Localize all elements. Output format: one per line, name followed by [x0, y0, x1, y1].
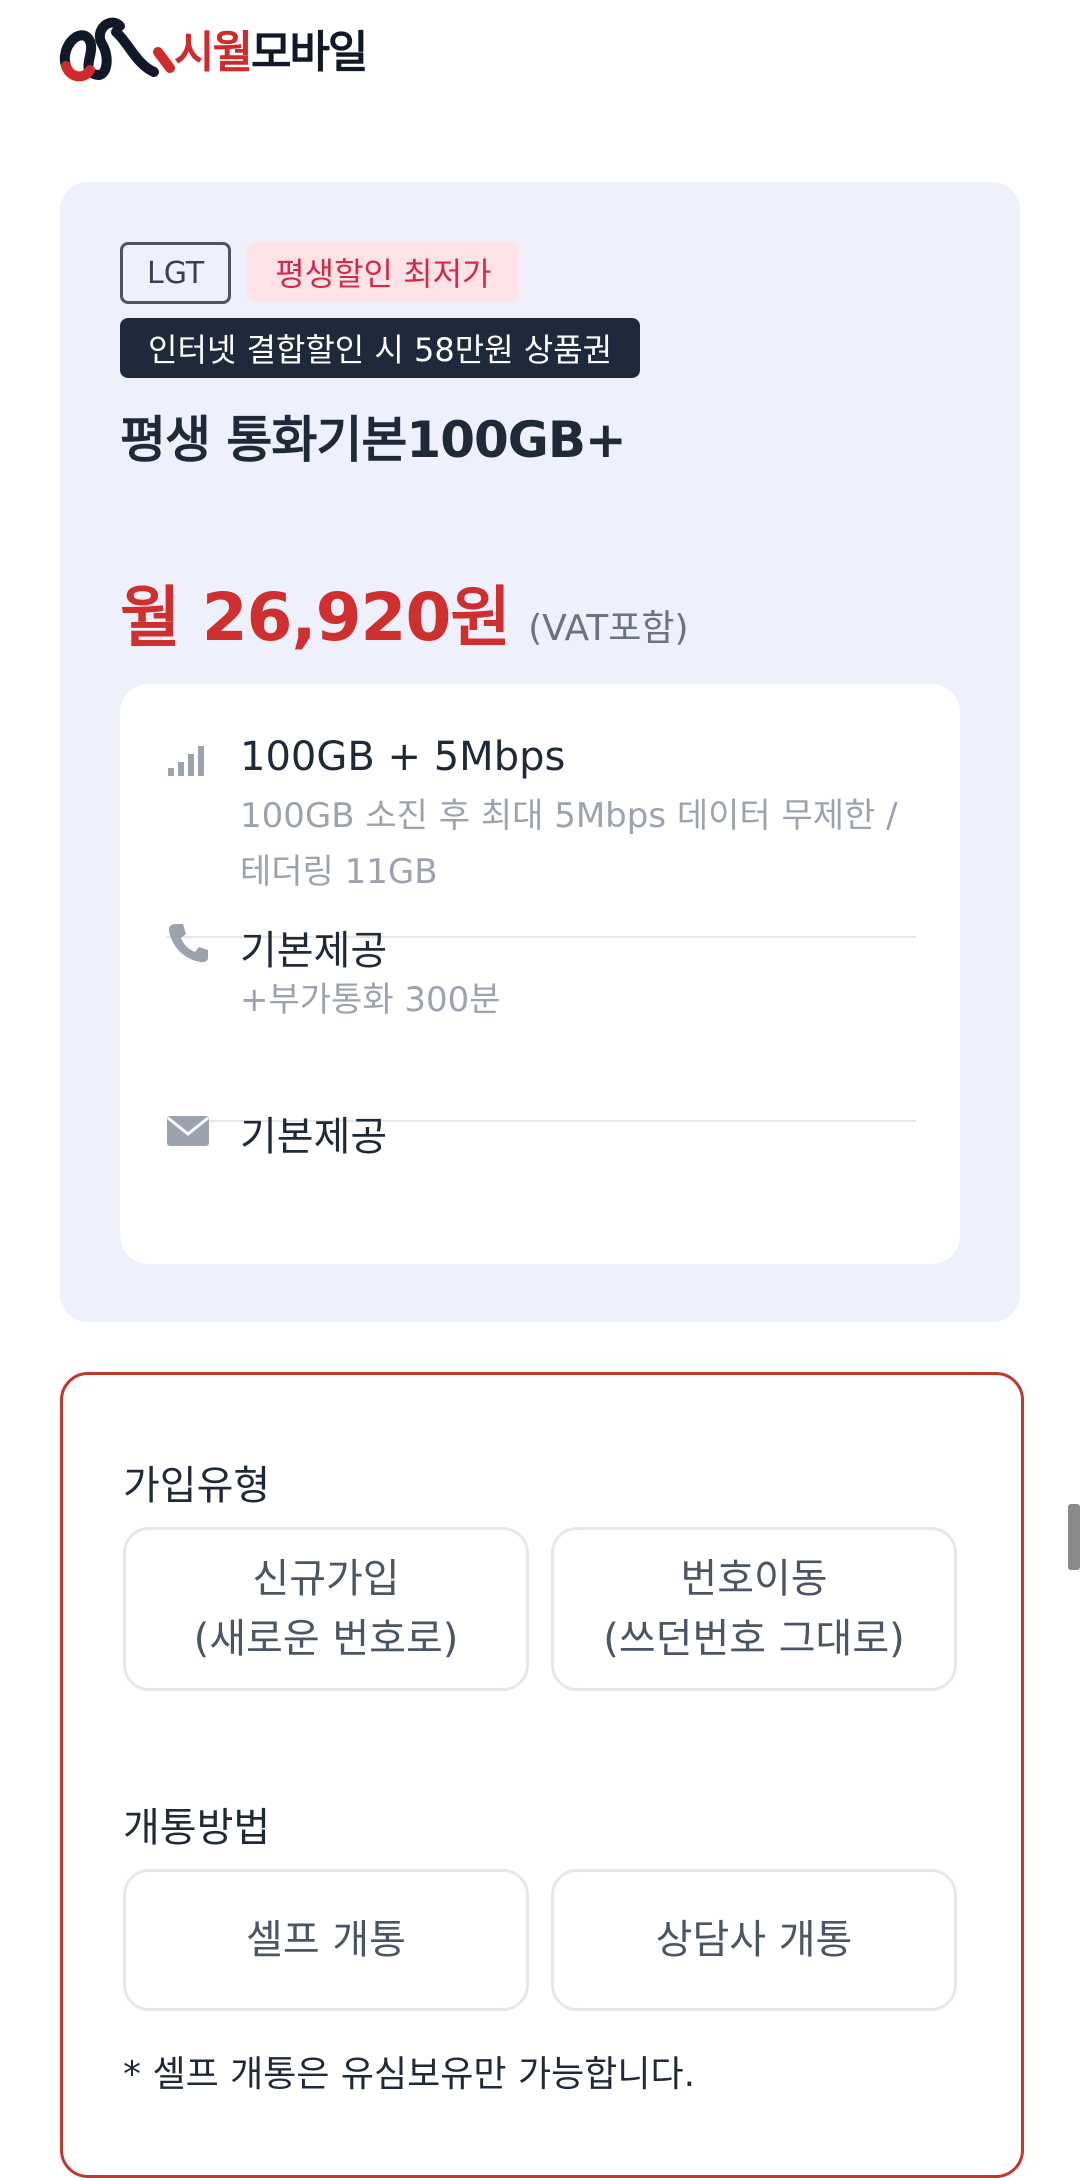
signal-icon: [168, 746, 204, 776]
feature-sms-title: 기본제공: [240, 1114, 388, 1160]
self-activation-note: * 셀프 개통은 유심보유만 가능합니다.: [123, 2054, 696, 2095]
join-option-port-line1: 번호이동: [680, 1556, 828, 1602]
carrier-tag: LGT: [120, 242, 232, 304]
activation-option-agent-label: 상담사 개통: [655, 1917, 853, 1963]
brand-name-part1: 시월: [174, 27, 253, 78]
mail-icon: [167, 1116, 209, 1146]
activation-label: 개통방법: [123, 1805, 271, 1851]
join-option-new-line1: 신규가입: [252, 1556, 400, 1602]
join-option-port[interactable]: 번호이동 (쓰던번호 그대로): [551, 1527, 957, 1691]
brand-name-part2: 모바일: [250, 27, 368, 78]
signup-options-card: 가입유형 신규가입 (새로운 번호로) 번호이동 (쓰던번호 그대로) 개통방법…: [60, 1372, 1024, 2178]
feature-data-title: 100GB + 5Mbps: [240, 734, 566, 780]
header-logo[interactable]: 시월모바일: [58, 8, 368, 88]
join-option-port-line2: (쓰던번호 그대로): [603, 1616, 905, 1662]
feature-call-desc: +부가통화 300분: [240, 980, 501, 1020]
activation-option-agent[interactable]: 상담사 개통: [551, 1869, 957, 2011]
join-type-label: 가입유형: [123, 1463, 271, 1509]
feature-call-title: 기본제공: [240, 928, 388, 974]
promo-tag: 평생할인 최저가: [247, 242, 520, 302]
page-scrollbar[interactable]: [1068, 1504, 1080, 1570]
promo-banner: 인터넷 결합할인 시 58만원 상품권: [120, 318, 641, 378]
phone-icon: [168, 924, 208, 963]
join-option-new-line2: (새로운 번호로): [193, 1616, 459, 1662]
plan-tags: LGT 평생할인 최저가: [120, 242, 520, 304]
brand-logo-icon: [59, 17, 175, 82]
feature-data: 100GB + 5Mbps 100GB 소진 후 최대 5Mbps 데이터 무제…: [166, 734, 916, 892]
plan-card[interactable]: LGT 평생할인 최저가 인터넷 결합할인 시 58만원 상품권 평생 통화기본…: [60, 182, 1020, 1322]
features-box: 100GB + 5Mbps 100GB 소진 후 최대 5Mbps 데이터 무제…: [120, 684, 960, 1264]
brand-name: 시월모바일: [174, 16, 368, 80]
monthly-price: 월 26,920원: [120, 579, 511, 656]
plan-title: 평생 통화기본100GB+: [120, 411, 627, 469]
price-block: 월 26,920원 (VAT포함): [120, 564, 689, 660]
activation-option-self[interactable]: 셀프 개통: [123, 1869, 529, 2011]
price-vat-note: (VAT포함): [528, 608, 689, 649]
feature-sms: 기본제공: [166, 1104, 916, 1164]
feature-call: 기본제공 +부가통화 300분: [166, 918, 916, 1020]
activation-option-self-label: 셀프 개통: [246, 1917, 406, 1963]
feature-data-desc: 100GB 소진 후 최대 5Mbps 데이터 무제한 / 테더링 11GB: [240, 796, 898, 892]
join-option-new[interactable]: 신규가입 (새로운 번호로): [123, 1527, 529, 1691]
